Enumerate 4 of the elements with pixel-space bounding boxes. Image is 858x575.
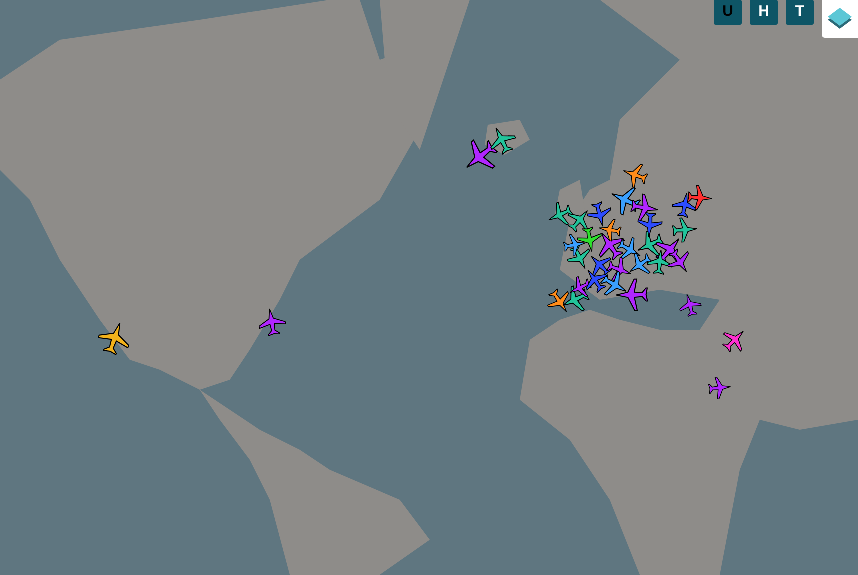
map-toggle-button[interactable]: T xyxy=(786,0,814,25)
map-toggle-button[interactable]: H xyxy=(750,0,778,25)
layers-icon xyxy=(827,7,853,31)
layers-button[interactable] xyxy=(822,0,858,38)
